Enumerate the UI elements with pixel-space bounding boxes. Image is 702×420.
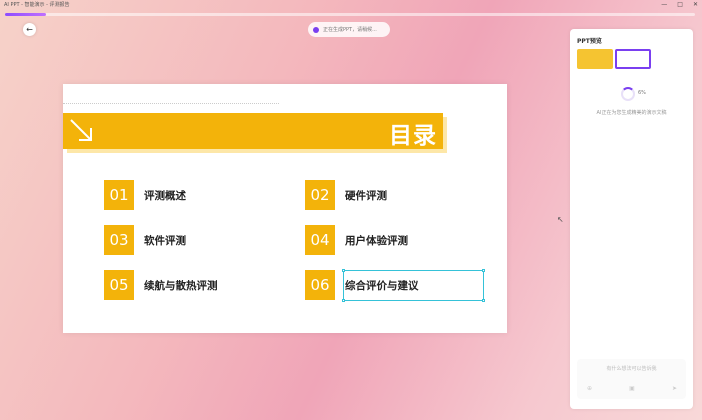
- toc-number: 02: [305, 180, 335, 210]
- generation-progress-bar: [5, 13, 695, 16]
- loading-spinner-icon: [621, 87, 635, 101]
- mouse-cursor-icon: ↖: [557, 215, 564, 224]
- toc-label: 硬件评测: [345, 189, 387, 202]
- resize-handle[interactable]: [342, 299, 345, 302]
- resize-handle[interactable]: [482, 269, 485, 272]
- chat-input[interactable]: 有什么想法可以告诉我 ⊕ ▣ ➤: [577, 359, 686, 399]
- slide-thumbnail-selected[interactable]: [615, 49, 651, 69]
- toc-label: 用户体验评测: [345, 234, 408, 247]
- panel-message: AI正在为您生成精美的演示文稿: [596, 110, 667, 116]
- toc-item[interactable]: 01 评测概述: [104, 180, 186, 210]
- diagonal-arrow-icon: [70, 119, 92, 141]
- selection-box[interactable]: [342, 269, 485, 302]
- arrow-left-icon: ←: [26, 25, 33, 34]
- attach-icon[interactable]: ⊕: [587, 385, 592, 392]
- maximize-button[interactable]: □: [677, 1, 683, 8]
- resize-handle[interactable]: [482, 299, 485, 302]
- back-button[interactable]: ←: [23, 23, 36, 36]
- toc-number: 01: [104, 180, 134, 210]
- toc-label: 评测概述: [144, 189, 186, 202]
- resize-handle[interactable]: [342, 269, 345, 272]
- panel-progress-text: 6%: [638, 90, 646, 96]
- slide-title[interactable]: 目录: [389, 116, 437, 150]
- preview-panel: PPT预览 6% AI正在为您生成精美的演示文稿 有什么想法可以告诉我 ⊕ ▣ …: [570, 29, 693, 409]
- image-icon[interactable]: ▣: [629, 385, 635, 392]
- toc-number: 05: [104, 270, 134, 300]
- toc-item[interactable]: 05 续航与散热评测: [104, 270, 218, 300]
- toc-item[interactable]: 02 硬件评测: [305, 180, 387, 210]
- title-banner[interactable]: 目录: [63, 113, 443, 149]
- dotted-divider: [63, 103, 279, 104]
- toc-number: 06: [305, 270, 335, 300]
- toc-number: 04: [305, 225, 335, 255]
- status-text: 正在生成PPT，请稍候...: [323, 27, 377, 33]
- status-pill: 正在生成PPT，请稍候...: [308, 22, 390, 37]
- slide-canvas[interactable]: 目录 01 评测概述 02 硬件评测 03 软件评测 04 用户体验评测 05 …: [63, 84, 507, 333]
- window-title: AI PPT - 智能演示 - 评测报告: [4, 1, 70, 8]
- progress-fill: [5, 13, 47, 16]
- title-bar: AI PPT - 智能演示 - 评测报告 — □ ✕: [0, 0, 702, 8]
- send-icon[interactable]: ➤: [672, 385, 677, 392]
- panel-title: PPT预览: [577, 38, 602, 45]
- slide-thumbnail[interactable]: [577, 49, 613, 69]
- toc-number: 03: [104, 225, 134, 255]
- toc-label: 软件评测: [144, 234, 186, 247]
- toc-item[interactable]: 03 软件评测: [104, 225, 186, 255]
- toc-label: 续航与散热评测: [144, 279, 218, 292]
- minimize-button[interactable]: —: [661, 1, 667, 8]
- window-controls: — □ ✕: [661, 1, 698, 8]
- chat-input-placeholder: 有什么想法可以告诉我: [606, 366, 657, 372]
- toc-item[interactable]: 04 用户体验评测: [305, 225, 408, 255]
- loading-dot-icon: [313, 26, 319, 33]
- close-button[interactable]: ✕: [693, 1, 698, 8]
- chat-input-icons: ⊕ ▣ ➤: [587, 385, 677, 392]
